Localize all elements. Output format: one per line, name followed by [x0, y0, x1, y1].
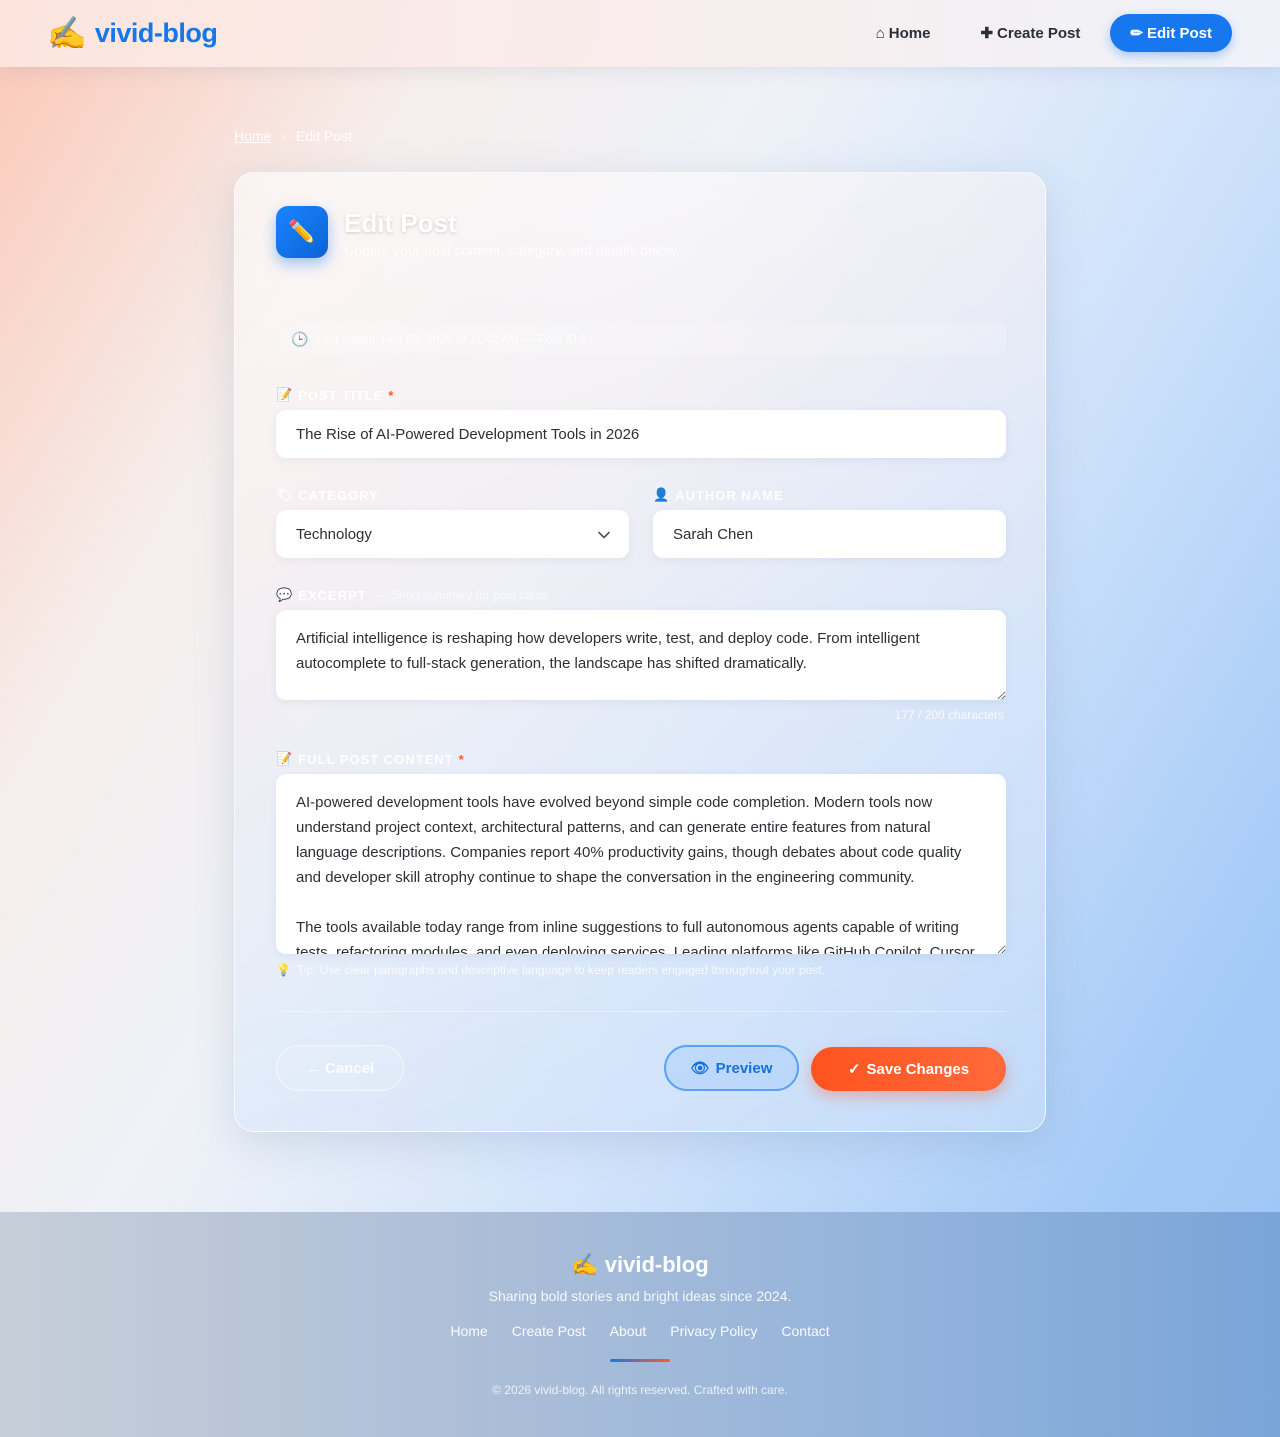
- excerpt-label: 💬 Excerpt — Short summary for post cards: [276, 587, 548, 603]
- pencil-icon: ✏: [1130, 25, 1143, 42]
- lightbulb-icon: 💡: [276, 963, 291, 977]
- footer-link-contact[interactable]: Contact: [781, 1323, 829, 1339]
- footer-links: Home Create Post About Privacy Policy Co…: [0, 1323, 1280, 1339]
- required-marker: *: [458, 751, 465, 767]
- content-label-text: Full Post Content: [298, 751, 454, 767]
- breadcrumb-home[interactable]: Home: [234, 128, 271, 144]
- post-title-label-text: Post Title: [298, 387, 384, 403]
- site-logo[interactable]: ✍️ vivid-blog: [47, 15, 218, 51]
- post-title-input[interactable]: The Rise of AI-Powered Development Tools…: [276, 410, 1006, 458]
- nav-edit-post-label: Edit Post: [1146, 24, 1212, 42]
- excerpt-textarea[interactable]: Artificial intelligence is reshaping how…: [276, 610, 1006, 700]
- author-name-input[interactable]: Sarah Chen: [653, 510, 1006, 558]
- writing-hand-icon: ✍️: [571, 1252, 599, 1277]
- writing-hand-icon: ✍️: [47, 15, 87, 51]
- excerpt-hint: — Short summary for post cards: [375, 588, 549, 602]
- nav-home-label: Home: [888, 24, 931, 42]
- footer-logo[interactable]: ✍️ vivid-blog: [0, 1252, 1280, 1278]
- divider: [276, 1011, 1006, 1012]
- breadcrumb: Home › Edit Post: [234, 128, 352, 144]
- category-select[interactable]: Technology: [276, 510, 629, 558]
- page-subtitle: Update your post content, category, and …: [344, 242, 680, 258]
- footer-accent-bar: [610, 1359, 670, 1362]
- user-icon: 👤: [653, 487, 671, 502]
- chevron-down-icon: [598, 531, 610, 539]
- category-label: 🏷 Category: [276, 487, 379, 503]
- footer-link-create-post[interactable]: Create Post: [512, 1323, 586, 1339]
- nav-edit-post[interactable]: ✏ Edit Post: [1110, 14, 1232, 52]
- cancel-button[interactable]: ← Cancel: [276, 1045, 404, 1091]
- footer-link-privacy[interactable]: Privacy Policy: [670, 1323, 757, 1339]
- home-icon: ⌂: [875, 24, 885, 42]
- plus-icon: ✚: [980, 25, 994, 42]
- edit-post-card: ✏️ Edit Post Update your post content, c…: [234, 172, 1046, 1132]
- excerpt-label-text: Excerpt: [298, 587, 367, 603]
- breadcrumb-separator: ›: [281, 128, 287, 144]
- check-icon: ✓: [847, 1061, 861, 1078]
- pencil-icon: ✏️: [276, 206, 328, 258]
- logo-text: vivid-blog: [94, 17, 218, 48]
- preview-label: Preview: [715, 1059, 773, 1077]
- breadcrumb-current: Edit Post: [296, 128, 353, 144]
- page-title: Edit Post: [344, 208, 457, 238]
- site-header: ✍️ vivid-blog ⌂ Home ✚ Create Post ✏ Edi…: [0, 0, 1280, 67]
- nav-create-post[interactable]: ✚ Create Post: [960, 14, 1100, 52]
- footer-copyright: © 2026 vivid-blog. All rights reserved. …: [492, 1383, 788, 1397]
- footer-tagline: Sharing bold stories and bright ideas si…: [488, 1288, 792, 1304]
- footer-logo-text: vivid-blog: [604, 1252, 709, 1277]
- memo-icon: 📝: [276, 387, 294, 402]
- eye-icon: 👁: [690, 1060, 710, 1077]
- save-label: Save Changes: [866, 1060, 970, 1078]
- content-label: 📝 Full Post Content *: [276, 751, 465, 767]
- speech-bubble-icon: 💬: [276, 587, 294, 602]
- excerpt-char-counter: 177 / 200 characters: [894, 708, 1004, 722]
- memo-icon: 📝: [276, 751, 294, 766]
- category-label-text: Category: [298, 487, 379, 503]
- writing-tip: 💡 Tip: Use clear paragraphs and descript…: [276, 963, 825, 977]
- save-changes-button[interactable]: ✓ Save Changes: [811, 1047, 1006, 1091]
- author-label-text: Author Name: [675, 487, 784, 503]
- tip-text: Tip: Use clear paragraphs and descriptiv…: [296, 963, 825, 977]
- post-title-label: 📝 Post Title *: [276, 387, 394, 403]
- content-textarea[interactable]: AI-powered development tools have evolve…: [276, 774, 1006, 954]
- nav-create-post-label: Create Post: [997, 24, 1081, 42]
- nav-home[interactable]: ⌂ Home: [856, 14, 951, 52]
- footer-link-home[interactable]: Home: [450, 1323, 487, 1339]
- footer-link-about[interactable]: About: [610, 1323, 647, 1339]
- author-label: 👤 Author Name: [653, 487, 784, 503]
- required-marker: *: [388, 387, 395, 403]
- clock-icon: 🕒: [291, 330, 309, 347]
- tag-icon: 🏷: [276, 487, 294, 502]
- last-edited-text: Last edited: Feb 28, 2026 at 11:42 AM — …: [316, 332, 594, 346]
- preview-button[interactable]: 👁 Preview: [664, 1045, 799, 1091]
- site-footer: ✍️ vivid-blog Sharing bold stories and b…: [0, 1212, 1280, 1437]
- category-selected-value: Technology: [296, 525, 372, 543]
- last-edited-info: 🕒 Last edited: Feb 28, 2026 at 11:42 AM …: [276, 323, 1006, 355]
- main-nav: ⌂ Home ✚ Create Post ✏ Edit Post: [846, 14, 1232, 52]
